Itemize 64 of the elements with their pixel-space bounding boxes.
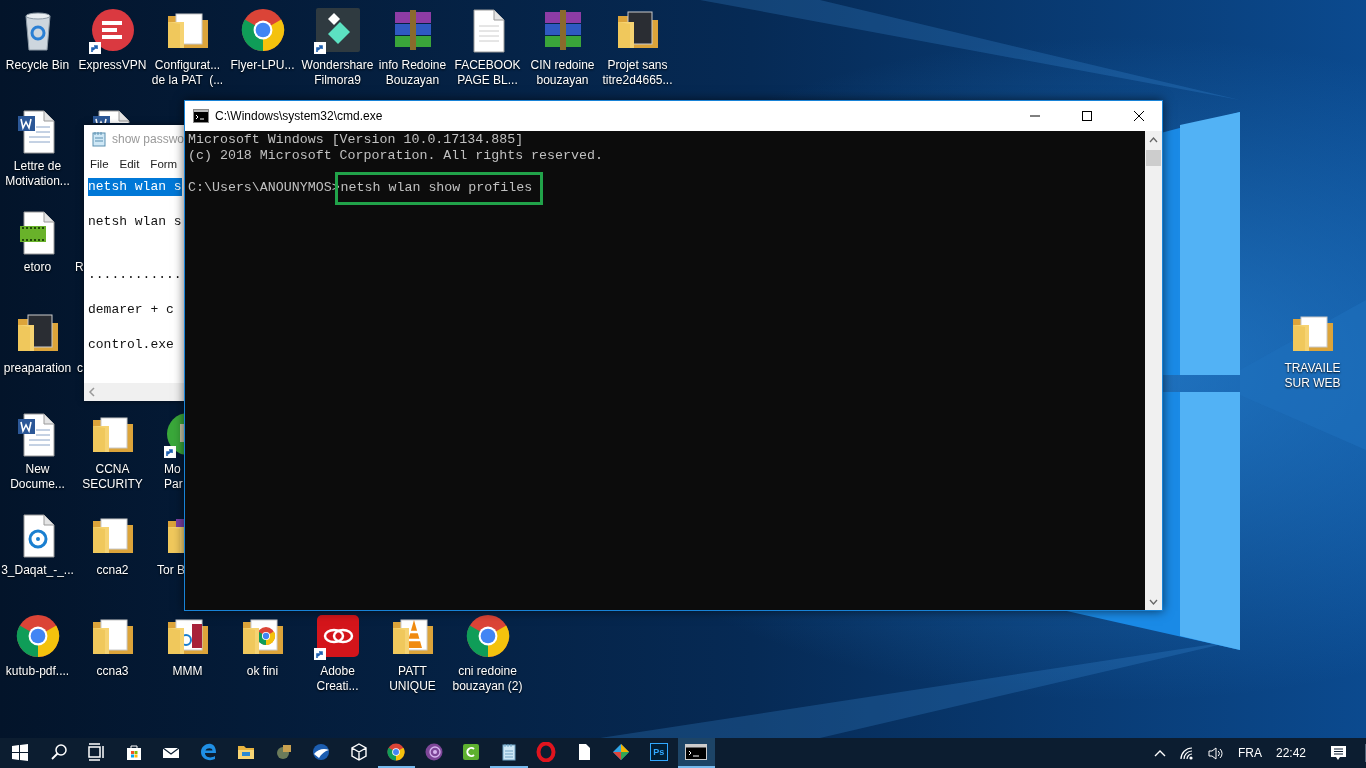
ring-logo-icon[interactable] <box>536 742 557 762</box>
menu-item[interactable]: Form <box>150 158 178 170</box>
clock[interactable]: 22:42 <box>1275 746 1306 760</box>
browser-icon[interactable] <box>386 742 407 762</box>
taskbar-button[interactable] <box>677 738 715 768</box>
bird-icon[interactable] <box>311 742 332 762</box>
console-line: Microsoft Windows [Version 10.0.17134.885] <box>188 132 525 148</box>
icon-label[interactable]: etoro <box>23 260 52 275</box>
icon-label[interactable]: Tor B <box>157 563 185 578</box>
icon-label[interactable]: info Redoine Bouzayan <box>378 58 447 88</box>
icon-label[interactable]: c <box>77 361 83 376</box>
text-line: ............ <box>88 265 182 283</box>
icon-label[interactable]: MMM <box>172 664 203 679</box>
volume-icon[interactable] <box>1207 746 1224 760</box>
icon-label[interactable]: Configurat... de la PAT (... <box>151 58 224 88</box>
icon-label[interactable]: CIN redoine bouzayan <box>530 58 595 88</box>
icon-label[interactable]: Recycle Bin <box>5 58 70 73</box>
text-line: demarer + c <box>88 300 174 318</box>
icon-label[interactable]: Projet sans titre2d4665... <box>602 58 673 88</box>
text-line: netsh wlan s <box>88 213 182 231</box>
app-tile-icon[interactable] <box>461 742 482 762</box>
task-view-icon[interactable] <box>86 742 107 762</box>
icon-label[interactable]: Adobe Creati... <box>316 664 359 694</box>
maximize-icon[interactable] <box>1082 111 1092 121</box>
terminal-icon[interactable] <box>685 744 708 760</box>
icon-label[interactable]: FACEBOOK PAGE BL... <box>454 58 521 88</box>
icon-label[interactable]: TRAVAILE SUR WEB <box>1284 361 1341 391</box>
icon-label[interactable]: ok fini <box>246 664 279 679</box>
scroll-thumb[interactable] <box>1146 150 1161 166</box>
menu-item[interactable]: Edit <box>119 158 140 170</box>
icon-label[interactable]: cni redoine bouzayan (2) <box>452 664 523 694</box>
notification-icon[interactable] <box>1330 745 1347 761</box>
terminal-icon <box>193 109 209 123</box>
icon-label[interactable]: New Docume... <box>10 462 65 492</box>
icon-label[interactable]: Flyer-LPU... <box>230 58 295 73</box>
icon-label[interactable]: ccna2 <box>96 563 129 578</box>
window-title: C:\Windows\system32\cmd.exe <box>215 109 384 123</box>
windows-logo-icon[interactable] <box>10 742 30 762</box>
console-line: (c) 2018 Microsoft Corporation. All rights reserved. <box>188 148 604 164</box>
icon-label[interactable]: ExpressVPN <box>78 58 147 73</box>
icon-label[interactable]: Lettre de Motivation... <box>5 159 70 189</box>
icon-label[interactable]: R <box>75 260 84 275</box>
icon-label[interactable]: Mo Par <box>164 462 183 492</box>
notepad-icon <box>91 130 107 147</box>
onion-logo-icon[interactable] <box>423 742 444 762</box>
icon-label[interactable]: ccna3 <box>96 664 129 679</box>
chevron-down-icon[interactable] <box>1149 598 1158 605</box>
icon-label[interactable]: preaparation <box>3 361 72 376</box>
app-tile-icon[interactable] <box>313 6 362 54</box>
icon-label[interactable]: PATT UNIQUE <box>389 664 436 694</box>
wifi-icon[interactable] <box>1179 746 1194 760</box>
taskbar-button[interactable]: Ps <box>640 738 678 768</box>
language-indicator[interactable]: FRA <box>1237 746 1262 760</box>
icon-label[interactable]: CCNA SECURITY <box>82 462 143 492</box>
icon-label[interactable]: Wondershare Filmora9 <box>301 58 374 88</box>
close-icon[interactable] <box>1134 111 1144 121</box>
icon-label[interactable]: kutub-pdf.... <box>5 664 70 679</box>
app-logo-label[interactable]: Ps <box>649 743 668 761</box>
text-line: control.exe <box>88 335 174 353</box>
diamond-icon[interactable] <box>611 742 632 762</box>
scrollbar[interactable] <box>1145 131 1162 610</box>
menu-item[interactable]: File <box>90 158 109 170</box>
icon-label[interactable]: 3_Daqat_-_... <box>1 563 74 578</box>
cube-icon[interactable] <box>348 742 369 762</box>
